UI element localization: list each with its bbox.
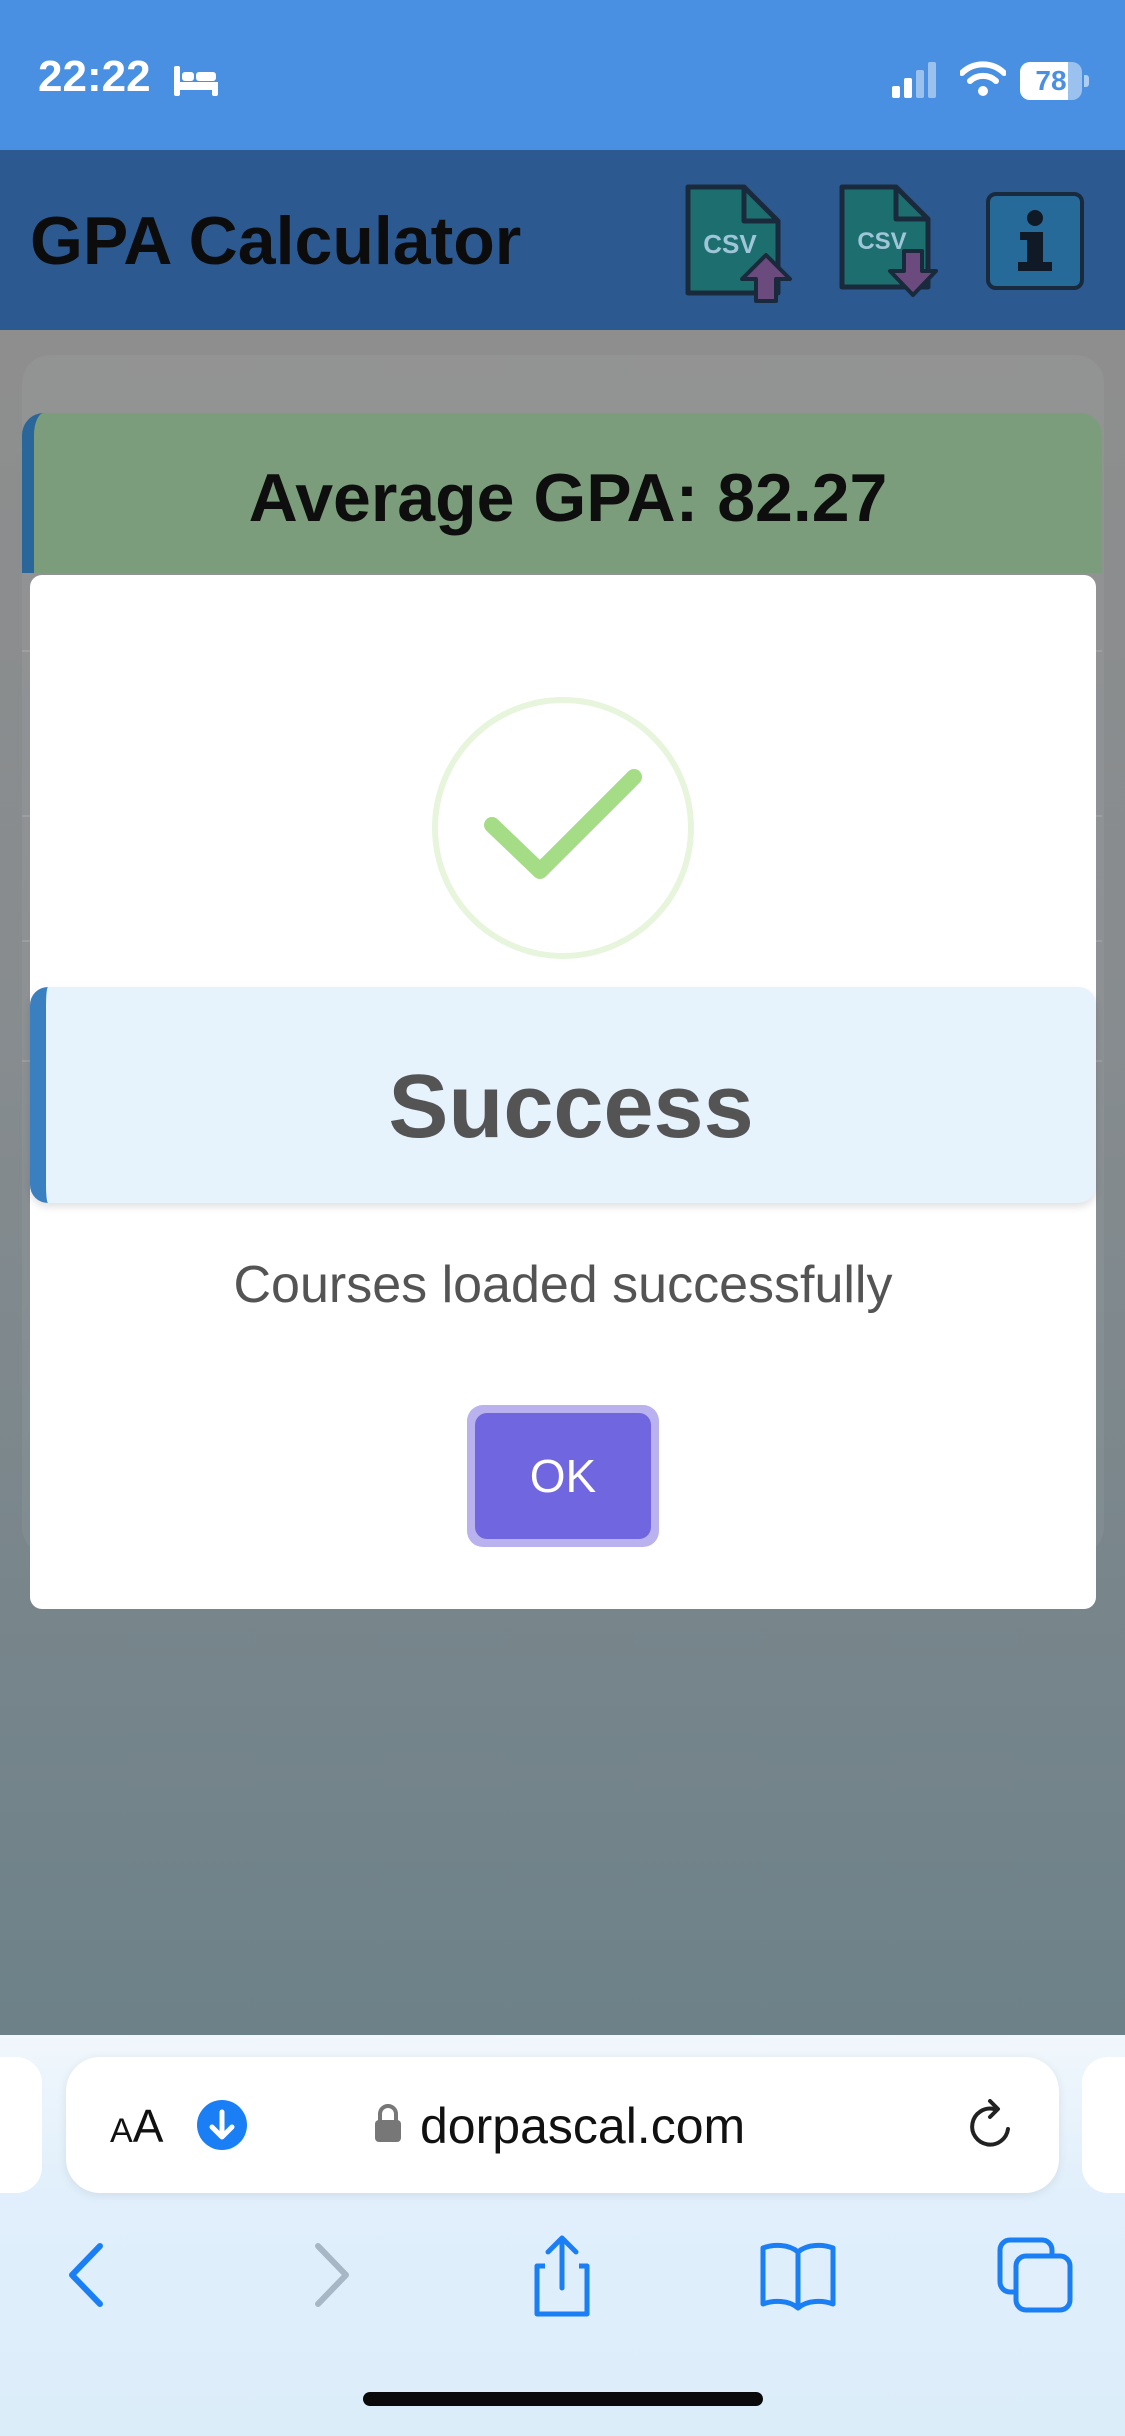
wifi-icon <box>960 61 1006 96</box>
home-indicator <box>363 2392 763 2406</box>
success-dialog: Success Courses loaded successfully OK <box>30 575 1096 1609</box>
lock-icon <box>375 2104 401 2142</box>
previous-tab-preview[interactable] <box>0 2057 42 2193</box>
csv-download-button[interactable]: CSV <box>836 183 944 299</box>
info-icon <box>1018 210 1052 271</box>
status-bar: 22:22 78 <box>0 0 1125 150</box>
app-header: GPA Calculator CSV CSV <box>0 150 1125 330</box>
success-check-icon <box>432 697 694 959</box>
status-time: 22:22 <box>38 52 151 101</box>
text-size-large-a: A <box>132 2100 164 2152</box>
battery-icon: 78 <box>1020 62 1090 100</box>
browser-nav-row <box>0 2230 1125 2320</box>
url-text: dorpascal.com <box>420 2098 746 2154</box>
success-title-band: Success <box>30 987 1096 1203</box>
share-icon[interactable] <box>517 2230 607 2320</box>
tabs-icon[interactable] <box>990 2230 1080 2320</box>
text-size-small-a: A <box>110 2112 133 2150</box>
battery-level: 78 <box>1035 65 1067 96</box>
bookmarks-icon[interactable] <box>753 2230 843 2320</box>
reload-icon[interactable] <box>964 2099 1018 2153</box>
forward-icon[interactable] <box>284 2230 374 2320</box>
bed-icon <box>174 66 218 96</box>
average-gpa-banner: Average GPA: 82.27 <box>22 413 1102 573</box>
info-button[interactable] <box>986 192 1084 290</box>
back-icon[interactable] <box>42 2230 132 2320</box>
page-title: GPA Calculator <box>30 203 522 279</box>
text-size-button[interactable]: AA <box>110 2099 163 2153</box>
dialog-title: Success <box>388 1057 754 1157</box>
csv-download-label: CSV <box>857 228 906 255</box>
ok-button-focus-ring: OK <box>467 1405 659 1547</box>
signal-icon <box>892 62 936 98</box>
browser-toolbar: AA dorpascal.com <box>0 2035 1125 2436</box>
address-bar[interactable]: AA dorpascal.com <box>66 2057 1059 2193</box>
next-tab-preview[interactable] <box>1082 2057 1125 2193</box>
ok-button[interactable]: OK <box>475 1413 651 1539</box>
csv-upload-button[interactable]: CSV <box>682 183 798 305</box>
csv-upload-label: CSV <box>703 229 757 259</box>
average-gpa-text: Average GPA: 82.27 <box>248 460 888 536</box>
dialog-message: Courses loaded successfully <box>233 1256 893 1314</box>
download-icon[interactable] <box>196 2099 248 2151</box>
